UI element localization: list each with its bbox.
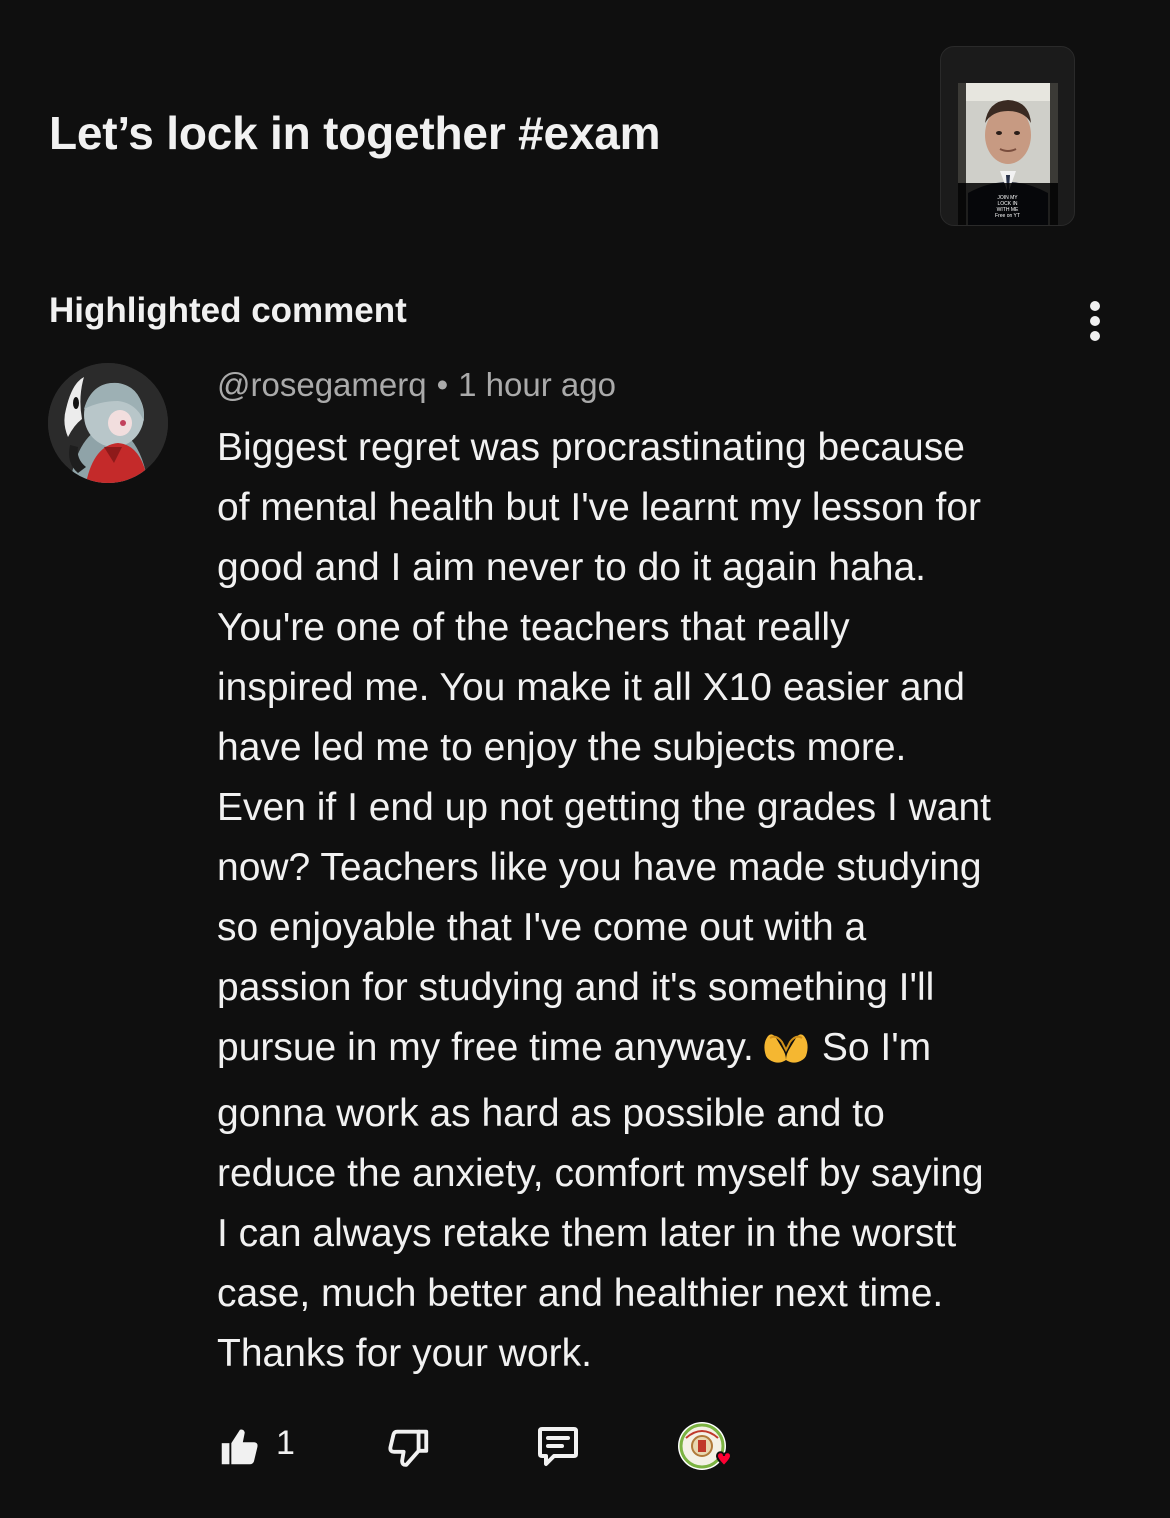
comment-line: passion for studying and it's something … [217, 966, 935, 1009]
commenter-avatar[interactable] [48, 363, 168, 483]
thumbnail-caption: JOIN MY LOCK IN WITH ME Free on YT [995, 195, 1020, 219]
comment-line: You're one of the teachers that really [217, 606, 850, 649]
comment-text: Biggest regret was procrastinating becau… [217, 418, 1127, 1384]
video-title[interactable]: Let’s lock in together #exam [49, 106, 661, 160]
comment-line: of mental health but I've learnt my less… [217, 486, 982, 529]
comment-time: 1 hour ago [458, 366, 616, 403]
like-count: 1 [276, 1424, 295, 1462]
thumbs-down-icon [388, 1429, 429, 1467]
comment-line: reduce the anxiety, comfort myself by sa… [217, 1152, 984, 1195]
creator-heart-icon [678, 1422, 733, 1470]
comment-line: have led me to enjoy the subjects more. [217, 726, 907, 769]
heart-hands-emoji-icon [760, 1024, 812, 1084]
more-vert-icon [1090, 301, 1100, 341]
reply-comment-icon [538, 1427, 578, 1466]
video-thumbnail[interactable]: JOIN MY LOCK IN WITH ME Free on YT [940, 46, 1075, 226]
more-options-button[interactable] [1080, 298, 1110, 344]
comment-line: inspired me. You make it all X10 easier … [217, 666, 965, 709]
comment-line-part: pursue in my free time anyway. [217, 1026, 754, 1069]
comment-line: good and I aim never to do it again haha… [217, 546, 927, 589]
comment-line: so enjoyable that I've come out with a [217, 906, 867, 949]
comment-meta: @rosegamerq • 1 hour ago [217, 366, 616, 404]
comment-line: gonna work as hard as possible and to [217, 1092, 885, 1135]
meta-separator: • [436, 366, 449, 403]
like-button[interactable] [216, 1424, 262, 1470]
avatar-image [48, 363, 168, 483]
dislike-button[interactable] [386, 1424, 432, 1470]
comment-line: now? Teachers like you have made studyin… [217, 846, 982, 889]
comment-line: Even if I end up not getting the grades … [217, 786, 992, 829]
thumbs-up-icon [221, 1429, 258, 1465]
comment-author[interactable]: @rosegamerq [217, 366, 427, 403]
reply-button[interactable] [534, 1422, 582, 1470]
comment-line: case, much better and healthier next tim… [217, 1272, 944, 1315]
comment-line: Biggest regret was procrastinating becau… [217, 426, 965, 469]
creator-heart-badge [676, 1420, 740, 1480]
comment-line: Thanks for your work. [217, 1332, 592, 1375]
comment-line-part: So I'm [821, 1026, 932, 1069]
comment-line: I can always retake them later in the wo… [217, 1212, 957, 1255]
highlighted-comment-heading: Highlighted comment [49, 291, 407, 330]
comment-line: pursue in my free time anyway. So I'm [217, 1018, 1127, 1084]
